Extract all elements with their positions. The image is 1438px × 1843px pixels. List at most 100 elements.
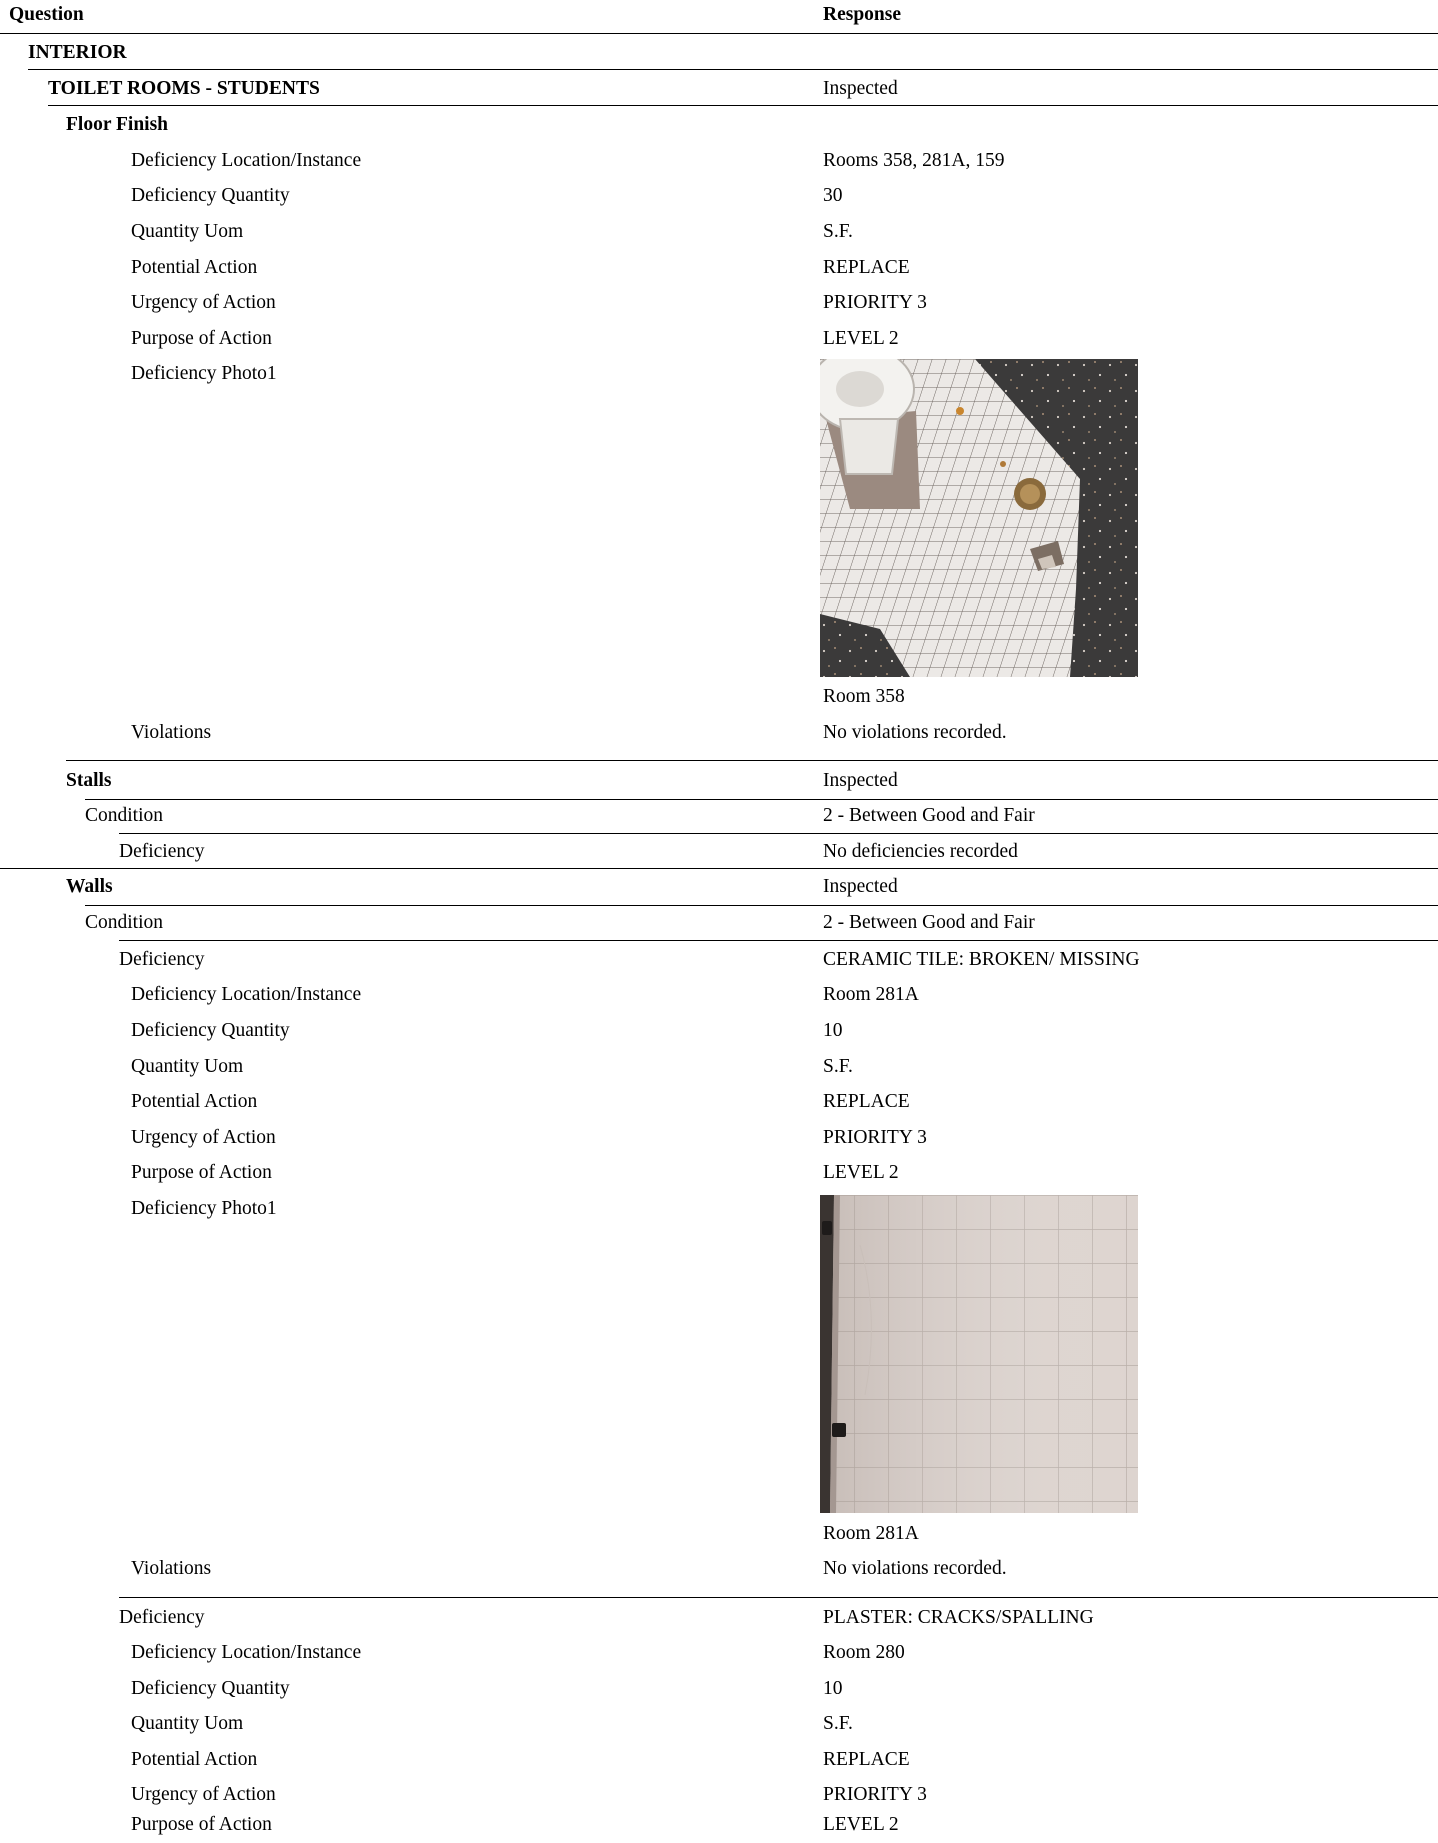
deficiency-value: PLASTER: CRACKS/SPALLING [823,1607,1094,1628]
condition-row: Condition 2 - Between Good and Fair [0,905,1438,941]
field-label: Potential Action [131,1749,258,1770]
condition-row: Condition 2 - Between Good and Fair [0,798,1438,834]
field-value: Rooms 358, 281A, 159 [823,150,1005,171]
field-value: LEVEL 2 [823,1162,899,1183]
field-value: No violations recorded. [823,1558,1007,1579]
field-row: Deficiency Location/Instance Rooms 358, … [0,143,1438,179]
field-label: Potential Action [131,1091,258,1112]
field-value: REPLACE [823,1749,910,1770]
deficiency-value: No deficiencies recorded [823,841,1018,862]
condition-label: Condition [85,912,164,933]
field-label: Purpose of Action [131,1162,272,1183]
table-header: Question Response [0,0,1438,33]
field-value: REPLACE [823,1091,910,1112]
section-label: INTERIOR [28,42,127,63]
divider [48,105,1438,106]
field-label: Deficiency Photo1 [131,1198,277,1219]
subsection-label: Walls [66,876,113,897]
field-row: Violations No violations recorded. [0,715,1438,751]
field-row: Urgency of Action PRIORITY 3 [0,1120,1438,1156]
field-row: Purpose of Action LEVEL 2 [0,1807,1438,1843]
field-label: Deficiency Location/Instance [131,1642,362,1663]
photo-caption-row: Room 358 [0,679,1438,715]
field-value: PRIORITY 3 [823,1127,927,1148]
divider [28,69,1438,70]
field-row: Potential Action REPLACE [0,250,1438,286]
divider [119,1597,1438,1598]
field-row: Potential Action REPLACE [0,1742,1438,1778]
field-row: Deficiency Quantity 10 [0,1013,1438,1049]
field-label: Purpose of Action [131,328,272,349]
field-label: Deficiency Location/Instance [131,150,362,171]
condition-value: 2 - Between Good and Fair [823,805,1035,826]
field-value: PRIORITY 3 [823,292,927,313]
deficiency-label: Deficiency [119,949,205,970]
field-label: Deficiency Quantity [131,185,290,206]
field-label: Quantity Uom [131,221,244,242]
deficiency-photo [820,359,1138,677]
subsection-walls: Walls Inspected [0,869,1438,905]
field-value: 10 [823,1020,843,1041]
field-label: Deficiency Quantity [131,1020,290,1041]
field-row: Deficiency Quantity 10 [0,1671,1438,1707]
field-row: Quantity Uom S.F. [0,1706,1438,1742]
subsection-response: Inspected [823,770,898,791]
field-row: Urgency of Action PRIORITY 3 [0,285,1438,321]
field-row: Purpose of Action LEVEL 2 [0,1155,1438,1191]
question-column-header: Question [9,4,84,25]
field-row: Deficiency Photo1 [0,356,1438,392]
field-row: Potential Action REPLACE [0,1084,1438,1120]
field-label: Deficiency Location/Instance [131,984,362,1005]
field-row: Deficiency Photo1 [0,1191,1438,1227]
section-label: TOILET ROOMS - STUDENTS [48,78,320,99]
section-interior: INTERIOR [0,35,1438,71]
photo-caption: Room 281A [823,1523,919,1544]
subsection-stalls: Stalls Inspected [0,763,1438,799]
photo-caption-row: Room 281A [0,1516,1438,1552]
field-label: Quantity Uom [131,1713,244,1734]
condition-value: 2 - Between Good and Fair [823,912,1035,933]
field-label: Potential Action [131,257,258,278]
field-row: Deficiency Location/Instance Room 281A [0,977,1438,1013]
deficiency-value: CERAMIC TILE: BROKEN/ MISSING [823,949,1140,970]
subsection-floor-finish: Floor Finish [0,107,1438,143]
field-value: S.F. [823,1713,853,1734]
field-row: Deficiency Location/Instance Room 280 [0,1635,1438,1671]
deficiency-photo [820,1195,1138,1513]
photo-caption: Room 358 [823,686,905,707]
field-value: LEVEL 2 [823,1814,899,1835]
deficiency-label: Deficiency [119,1607,205,1628]
field-label: Urgency of Action [131,1127,276,1148]
divider [66,760,1438,761]
field-value: 10 [823,1678,843,1699]
field-label: Violations [131,1558,212,1579]
subsection-label: Floor Finish [66,114,169,135]
field-value: Room 280 [823,1642,905,1663]
deficiency-row: Deficiency No deficiencies recorded [0,834,1438,870]
field-label: Quantity Uom [131,1056,244,1077]
field-label: Deficiency Photo1 [131,363,277,384]
field-label: Deficiency Quantity [131,1678,290,1699]
deficiency-row: Deficiency CERAMIC TILE: BROKEN/ MISSING [0,942,1438,978]
field-row: Purpose of Action LEVEL 2 [0,321,1438,357]
field-label: Urgency of Action [131,292,276,313]
field-row: Quantity Uom S.F. [0,214,1438,250]
field-row: Violations No violations recorded. [0,1551,1438,1587]
field-row: Quantity Uom S.F. [0,1049,1438,1085]
condition-label: Condition [85,805,164,826]
field-value: REPLACE [823,257,910,278]
deficiency-row: Deficiency PLASTER: CRACKS/SPALLING [0,1600,1438,1636]
field-value: 30 [823,185,843,206]
field-value: Room 281A [823,984,919,1005]
field-value: S.F. [823,221,853,242]
section-response: Inspected [823,78,898,99]
field-row: Deficiency Quantity 30 [0,178,1438,214]
deficiency-label: Deficiency [119,841,205,862]
field-label: Purpose of Action [131,1814,272,1835]
subsection-response: Inspected [823,876,898,897]
field-value: LEVEL 2 [823,328,899,349]
response-column-header: Response [823,4,902,25]
divider [0,33,1438,34]
field-value: No violations recorded. [823,722,1007,743]
field-value: S.F. [823,1056,853,1077]
